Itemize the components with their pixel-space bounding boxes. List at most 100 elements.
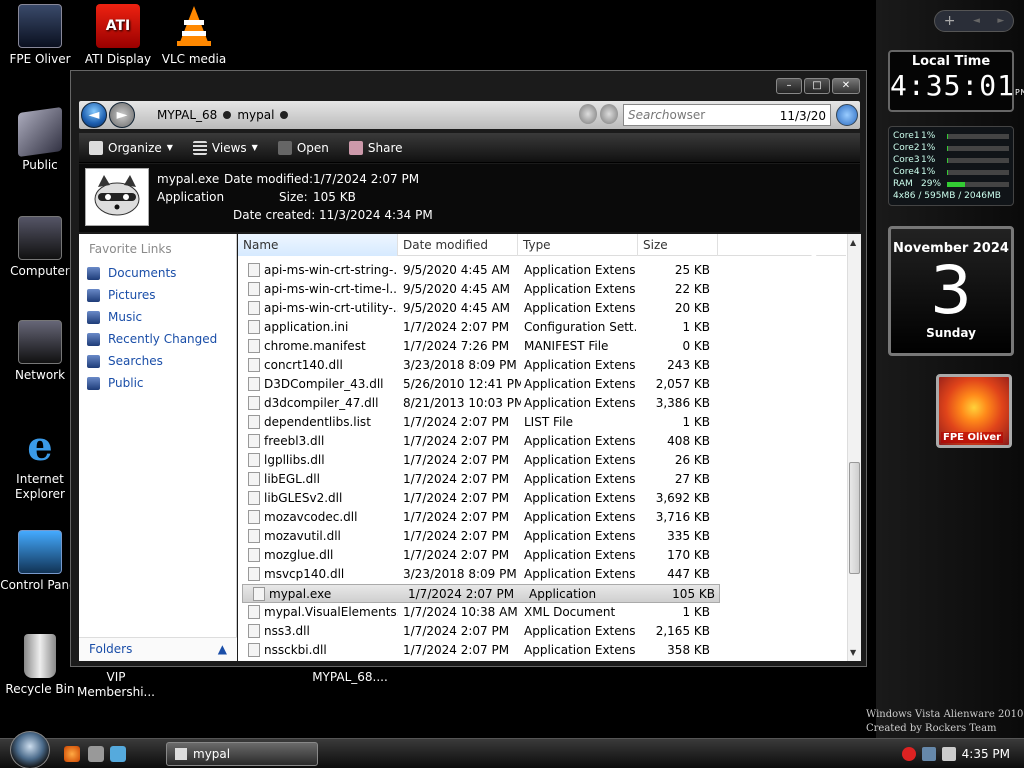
desktop-icon-control-panel[interactable]: Control Panel — [0, 530, 80, 593]
explorer-window[interactable]: – □ ✕ ◄ ► MYPAL_68 mypal Searchowser 11/… — [70, 70, 867, 667]
network-tray-icon[interactable] — [921, 747, 936, 761]
table-row[interactable]: mozavutil.dll 1/7/2024 2:07 PM Application… — [238, 527, 846, 546]
table-row[interactable]: mypal.VisualElements... 1/7/2024 10:38 AM… — [238, 603, 846, 622]
desktop-icon-ati-display[interactable]: ATI ATI Display — [78, 4, 158, 67]
table-row[interactable]: application.ini 1/7/2024 2:07 PM Configura… — [238, 318, 846, 337]
file-size-cell: 105 KB — [672, 587, 715, 601]
file-type-cell: Application Extens... — [524, 377, 636, 391]
breadcrumb-item[interactable]: MYPAL_68 — [157, 108, 217, 122]
file-icon — [248, 377, 260, 391]
views-button[interactable]: Views ▼ — [183, 133, 268, 163]
desktop-icon-internet-explorer[interactable]: e Internet Explorer — [0, 424, 80, 502]
security-alert-icon[interactable] — [901, 747, 916, 761]
breadcrumb-separator-icon[interactable] — [280, 111, 289, 119]
prev-gadget-button[interactable]: ◄ — [973, 16, 980, 26]
sidebar-item-public[interactable]: Public — [79, 372, 236, 394]
table-row[interactable]: mozavcodec.dll 1/7/2024 2:07 PM Applicatio… — [238, 508, 846, 527]
breadcrumb-separator-icon[interactable] — [223, 111, 232, 119]
table-row[interactable]: nss3.dll 1/7/2024 2:07 PM Application Exte… — [238, 622, 846, 641]
close-button[interactable]: ✕ — [832, 78, 860, 94]
table-row[interactable]: concrt140.dll 3/23/2018 8:09 PM Applicatio… — [238, 356, 846, 375]
history-dropdown-icon[interactable] — [579, 104, 597, 124]
column-header-name[interactable]: Name — [238, 234, 398, 256]
table-row[interactable]: libGLESv2.dll 1/7/2024 2:07 PM Application… — [238, 489, 846, 508]
sidebar-controls[interactable]: + ◄ ► — [934, 10, 1014, 32]
taskbar-button-mypal[interactable]: mypal — [166, 742, 318, 766]
sidebar-item-recently-changed[interactable]: Recently Changed — [79, 328, 236, 350]
share-button[interactable]: Share — [339, 133, 413, 163]
clock-gadget[interactable]: Local Time 4:35:01PM — [888, 50, 1024, 112]
table-row[interactable]: dependentlibs.list 1/7/2024 2:07 PM LIST F… — [238, 413, 846, 432]
file-size-cell: 243 KB — [667, 358, 710, 372]
scroll-down-icon[interactable]: ▼ — [850, 648, 856, 657]
table-row[interactable]: chrome.manifest 1/7/2024 7:26 PM MANIFEST … — [238, 337, 846, 356]
cpu-meter-gadget[interactable]: Core1 1% Core2 1% Core3 1% Core4 1% RAM 29% 4… — [888, 126, 1014, 206]
command-bar: Organize ▼ Views ▼ Open Share — [79, 133, 860, 163]
search-button[interactable] — [836, 104, 858, 126]
desktop-icon-fpe-oliver[interactable]: FPE Oliver — [0, 4, 80, 67]
file-modified-cell: 1/7/2024 2:07 PM — [403, 491, 510, 505]
file-type-cell: Application Extens... — [524, 567, 636, 581]
back-button[interactable]: ◄ — [81, 102, 107, 128]
desktop-icon-public[interactable]: Public — [0, 106, 80, 173]
search-input[interactable]: Searchowser 11/3/20 — [623, 104, 831, 126]
column-header-type[interactable]: Type — [518, 234, 638, 256]
desktop-icon-mypal-folder[interactable]: MYPAL_68.... — [310, 670, 390, 685]
table-row[interactable]: api-ms-win-crt-string-... 9/5/2020 4:45 A… — [238, 261, 846, 280]
switch-windows-icon[interactable] — [110, 746, 126, 762]
desktop-icon-recycle-bin[interactable]: Recycle Bin — [0, 634, 80, 697]
taskbar-clock[interactable]: 4:35 PM — [962, 747, 1010, 761]
table-row[interactable]: mozglue.dll 1/7/2024 2:07 PM Application E… — [238, 546, 846, 565]
file-icon — [253, 587, 265, 601]
table-row[interactable]: d3dcompiler_47.dll 8/21/2013 10:03 PM Appl… — [238, 394, 846, 413]
slideshow-gadget[interactable]: FPE Oliver — [936, 374, 1012, 448]
file-type-cell: Configuration Sett... — [524, 320, 636, 334]
start-button[interactable] — [10, 731, 50, 768]
table-row[interactable]: nssckbi.dll 1/7/2024 2:07 PM Application E… — [238, 641, 846, 660]
vertical-scrollbar[interactable]: ▲ ▼ — [847, 234, 861, 661]
table-row[interactable]: freebl3.dll 1/7/2024 2:07 PM Application E… — [238, 432, 846, 451]
forward-button[interactable]: ► — [109, 102, 135, 128]
table-row[interactable]: lgpllibs.dll 1/7/2024 2:07 PM Application … — [238, 451, 846, 470]
file-name-cell: mypal.VisualElements... — [248, 605, 398, 619]
sidebar-item-pictures[interactable]: Pictures — [79, 284, 236, 306]
open-button[interactable]: Open — [268, 133, 339, 163]
desktop-icon-vip-membership[interactable]: VIP Membershi... — [76, 670, 156, 700]
maximize-button[interactable]: □ — [804, 78, 830, 94]
add-gadget-button[interactable]: + — [944, 13, 956, 29]
sidebar-item-documents[interactable]: Documents — [79, 262, 236, 284]
breadcrumb-item[interactable]: mypal — [237, 108, 274, 122]
column-header-date-modified[interactable]: Date modified — [398, 234, 518, 256]
firefox-icon[interactable] — [64, 746, 80, 762]
desktop-icon-label: Network — [14, 368, 66, 382]
calendar-gadget[interactable]: November 2024 3 Sunday — [888, 226, 1014, 356]
file-name-cell: mozglue.dll — [248, 548, 398, 562]
organize-button[interactable]: Organize ▼ — [79, 133, 183, 163]
detail-filename: mypal.exe — [157, 172, 220, 186]
next-gadget-button[interactable]: ► — [997, 16, 1004, 26]
desktop-icon-network[interactable]: Network — [0, 320, 80, 383]
file-modified-cell: 1/7/2024 7:26 PM — [403, 339, 510, 353]
scrollbar-thumb[interactable] — [849, 462, 860, 574]
folders-toggle[interactable]: Folders ▲ — [79, 637, 237, 661]
volume-icon[interactable] — [941, 747, 956, 761]
taskbar: mypal 4:35 PM — [0, 731, 1024, 768]
table-row[interactable]: libEGL.dll 1/7/2024 2:07 PM Application Ex… — [238, 470, 846, 489]
table-row[interactable]: D3DCompiler_43.dll 5/26/2010 12:41 PM Appl… — [238, 375, 846, 394]
refresh-icon[interactable] — [600, 104, 618, 124]
table-row[interactable]: msvcp140.dll 3/23/2018 8:09 PM Application… — [238, 565, 846, 584]
calendar-day: 3 — [930, 252, 972, 329]
desktop-icon-vlc[interactable]: VLC media — [154, 4, 234, 67]
desktop-icon-computer[interactable]: Computer — [0, 216, 80, 279]
column-header-size[interactable]: Size — [638, 234, 718, 256]
file-icon — [248, 396, 260, 410]
table-row-selected[interactable]: mypal.exe 1/7/2024 2:07 PM Application 105 … — [242, 584, 720, 603]
table-row[interactable]: api-ms-win-crt-utility-... 9/5/2020 4:45 … — [238, 299, 846, 318]
show-desktop-icon[interactable] — [88, 746, 104, 762]
scroll-up-icon[interactable]: ▲ — [850, 238, 856, 247]
breadcrumb[interactable]: MYPAL_68 mypal — [157, 105, 289, 125]
table-row[interactable]: api-ms-win-crt-time-l... 9/5/2020 4:45 AM… — [238, 280, 846, 299]
sidebar-item-music[interactable]: Music — [79, 306, 236, 328]
minimize-button[interactable]: – — [776, 78, 802, 94]
sidebar-item-searches[interactable]: Searches — [79, 350, 236, 372]
